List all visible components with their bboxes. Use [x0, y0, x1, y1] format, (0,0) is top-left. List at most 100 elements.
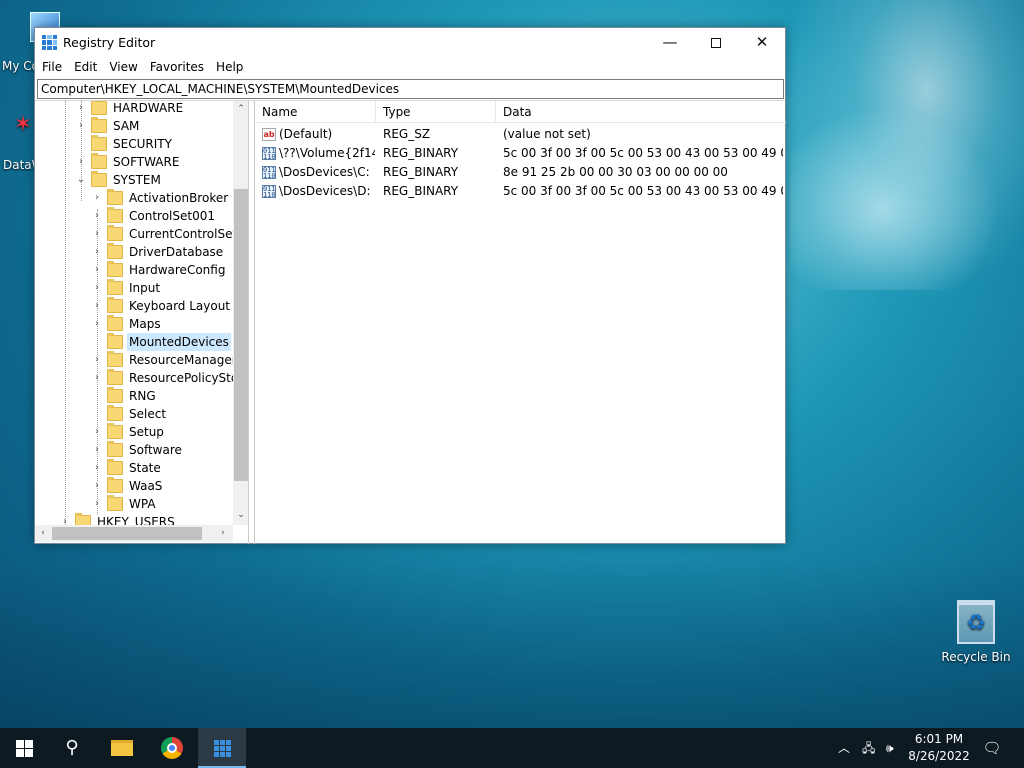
tree-item-label: HARDWARE	[113, 101, 184, 115]
binary-value-icon: 011 110	[262, 185, 276, 199]
binary-value-icon: 011 110	[262, 147, 276, 161]
tree-item-label: ControlSet001	[129, 209, 215, 223]
menu-file[interactable]: File	[36, 60, 68, 74]
column-header-type[interactable]: Type	[376, 101, 496, 123]
minimize-button[interactable]: —	[647, 28, 693, 57]
folder-icon	[107, 477, 123, 493]
desktop-icon-label: Recycle Bin	[941, 650, 1011, 664]
tree-item-label: CurrentControlSet	[129, 227, 233, 241]
taskbar-chrome[interactable]	[148, 728, 196, 768]
tree-item-label: WaaS	[129, 479, 163, 493]
menu-favorites[interactable]: Favorites	[144, 60, 210, 74]
scroll-down-icon[interactable]: ⌄	[233, 507, 248, 523]
value-row[interactable]: ab (Default) REG_SZ (value not set)	[255, 125, 786, 144]
menu-bar: File Edit View Favorites Help	[35, 57, 785, 77]
scroll-right-icon[interactable]: ›	[215, 525, 231, 542]
scroll-up-icon[interactable]: ⌃	[233, 101, 248, 117]
value-row[interactable]: 011110\??\Volume{2f14... REG_BINARY 5c 00 …	[255, 144, 786, 163]
address-bar[interactable]: Computer\HKEY_LOCAL_MACHINE\SYSTEM\Mount…	[37, 79, 784, 99]
folder-icon	[75, 513, 91, 525]
menu-view[interactable]: View	[103, 60, 143, 74]
clock[interactable]: 6:01 PM 8/26/2022	[905, 731, 973, 765]
scroll-left-icon[interactable]: ‹	[35, 525, 51, 542]
show-hidden-icons-button[interactable]: ︿	[838, 728, 850, 768]
chevron-icon[interactable]: ›	[91, 243, 103, 261]
chevron-icon[interactable]: ›	[91, 423, 103, 441]
menu-help[interactable]: Help	[210, 60, 249, 74]
folder-icon	[107, 405, 123, 421]
search-button[interactable]: ⚲	[48, 728, 96, 768]
window-title: Registry Editor	[63, 35, 156, 50]
chevron-icon[interactable]: ›	[91, 225, 103, 243]
folder-icon	[91, 117, 107, 133]
tree-item-label: SECURITY	[113, 137, 172, 151]
tree-item-label: State	[129, 461, 161, 475]
chevron-icon[interactable]: ›	[91, 351, 103, 369]
chevron-icon[interactable]: ›	[91, 279, 103, 297]
desktop-icon-recycle-bin[interactable]: ♻ Recycle Bin	[940, 600, 1012, 664]
folder-icon	[107, 315, 123, 331]
panes: › HARDWARE › SAM SECURITY › SOFTWARE ⌄ SYSTEM › Ac…	[35, 100, 786, 544]
list-header: Name Type Data	[255, 101, 786, 123]
registry-editor-window: Registry Editor — ✕ File Edit View Favor…	[34, 27, 786, 544]
scroll-thumb[interactable]	[234, 189, 248, 481]
taskbar-registry-editor[interactable]	[198, 728, 246, 768]
folder-icon	[107, 441, 123, 457]
chevron-icon[interactable]: ›	[91, 441, 103, 459]
recycle-bin-icon: ♻	[957, 600, 995, 644]
value-row[interactable]: 011 110 \DosDevices\D: REG_BINARY 5c 00 3f 0…	[255, 182, 786, 201]
folder-icon	[107, 333, 123, 349]
column-header-data[interactable]: Data	[496, 101, 786, 123]
volume-button[interactable]: 🕪	[886, 728, 894, 768]
action-center-button[interactable]: 🗨	[980, 728, 1004, 768]
chevron-icon[interactable]: ⌄	[75, 171, 87, 189]
chevron-icon[interactable]: ›	[91, 261, 103, 279]
folder-icon	[107, 207, 123, 223]
value-data: 5c 00 3f 00 3f 00 5c 00 53 00 43 00 53 0…	[503, 184, 783, 198]
maximize-button[interactable]	[693, 28, 739, 57]
taskbar-file-explorer[interactable]	[98, 728, 146, 768]
start-button[interactable]	[0, 728, 48, 768]
tree-item-label: ActivationBroker	[129, 191, 229, 205]
tree-item-label: SAM	[113, 119, 140, 133]
folder-icon	[107, 279, 123, 295]
column-header-name[interactable]: Name	[255, 101, 376, 123]
network-button[interactable]: 🖧	[862, 728, 875, 768]
folder-icon	[107, 225, 123, 241]
value-type: REG_BINARY	[383, 184, 459, 198]
chevron-icon[interactable]: ›	[75, 117, 87, 135]
title-bar[interactable]: Registry Editor — ✕	[35, 28, 785, 57]
chevron-icon[interactable]: ›	[75, 101, 87, 117]
folder-icon	[91, 135, 107, 151]
menu-edit[interactable]: Edit	[68, 60, 103, 74]
notification-icon: 🗨	[982, 739, 1002, 757]
wallpaper-shade	[0, 560, 1024, 730]
scroll-thumb[interactable]	[52, 527, 202, 540]
clock-date: 8/26/2022	[908, 749, 970, 763]
chevron-icon[interactable]: ›	[75, 153, 87, 171]
chevron-icon[interactable]: ›	[91, 207, 103, 225]
chevron-icon[interactable]: ›	[91, 477, 103, 495]
windows-logo-icon	[15, 739, 33, 757]
folder-icon	[107, 423, 123, 439]
value-type: REG_SZ	[383, 127, 431, 141]
chevron-icon[interactable]: ›	[91, 369, 103, 387]
close-button[interactable]: ✕	[739, 28, 785, 57]
tree-vertical-scrollbar[interactable]: ⌃ ⌄	[233, 101, 248, 525]
tree-item-label: Select	[129, 407, 167, 421]
tree-item-label: Software	[129, 443, 182, 457]
chevron-icon[interactable]: ›	[91, 495, 103, 513]
chevron-icon[interactable]: ›	[91, 297, 103, 315]
values-list: Name Type Data ab (Default) REG_SZ (value n…	[254, 101, 786, 544]
chevron-icon[interactable]: ›	[91, 189, 103, 207]
folder-icon	[107, 369, 123, 385]
chevron-icon[interactable]: ›	[91, 459, 103, 477]
app-shortcut-icon: ✶	[13, 112, 33, 137]
chevron-icon[interactable]: ›	[59, 513, 71, 525]
value-row[interactable]: 011 110 \DosDevices\C: REG_BINARY 8e 91 25 2…	[255, 163, 786, 182]
chevron-icon[interactable]: ›	[91, 315, 103, 333]
speaker-icon: 🕪	[886, 741, 894, 755]
maximize-icon	[711, 37, 721, 48]
tree-item-label: RNG	[129, 389, 156, 403]
tree-horizontal-scrollbar[interactable]: ‹ ›	[35, 525, 233, 542]
